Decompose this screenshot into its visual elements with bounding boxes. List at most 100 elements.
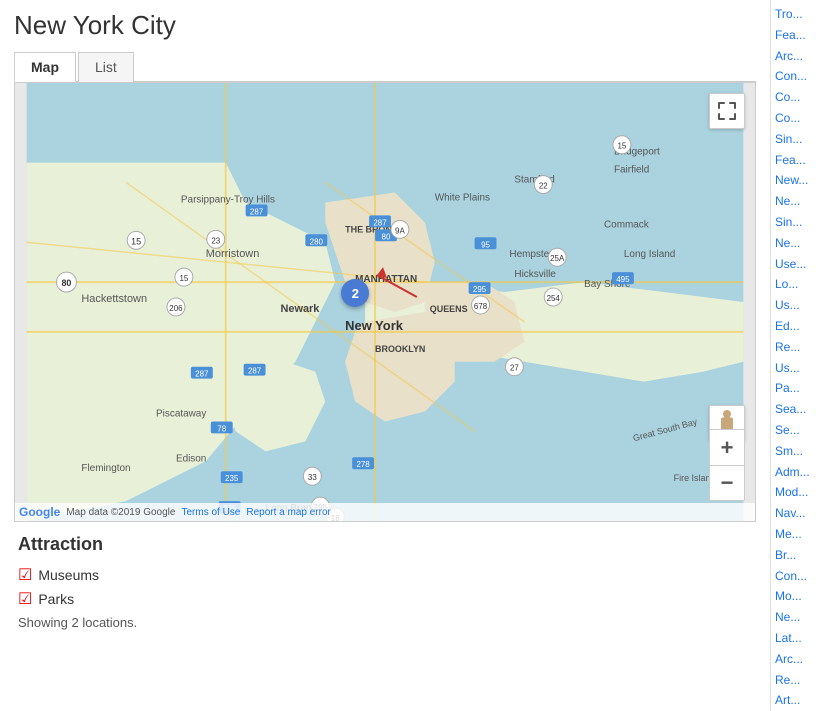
tab-map[interactable]: Map (14, 52, 76, 82)
svg-text:206: 206 (169, 304, 183, 313)
svg-text:White Plains: White Plains (435, 192, 490, 203)
svg-text:15: 15 (179, 274, 188, 283)
zoom-in-button[interactable]: + (709, 429, 745, 465)
svg-text:New York: New York (345, 318, 404, 333)
report-link[interactable]: Report a map error (246, 507, 330, 518)
map-data-text: Map data ©2019 Google (66, 507, 175, 518)
svg-text:Flemington: Flemington (81, 463, 130, 474)
svg-text:22: 22 (539, 182, 548, 191)
sidebar-item-23[interactable]: Mod... (771, 482, 835, 503)
svg-text:Hicksville: Hicksville (514, 269, 556, 280)
svg-text:235: 235 (225, 474, 239, 483)
museums-checkbox[interactable]: ☑ (18, 565, 32, 585)
svg-text:80: 80 (61, 278, 71, 288)
sidebar-item-20[interactable]: Se... (771, 420, 835, 441)
sidebar-item-32[interactable]: Re... (771, 670, 835, 691)
svg-text:Long Island: Long Island (624, 249, 675, 260)
sidebar-item-8[interactable]: New... (771, 170, 835, 191)
sidebar-item-13[interactable]: Lo... (771, 274, 835, 295)
page-title: New York City (14, 10, 756, 41)
svg-text:287: 287 (373, 218, 387, 227)
map-container[interactable]: Morristown Hackettstown THE BRONX MANHAT… (14, 82, 756, 522)
svg-text:Morristown: Morristown (206, 248, 259, 260)
svg-text:Piscataway: Piscataway (156, 408, 206, 419)
sidebar-item-12[interactable]: Use... (771, 254, 835, 275)
svg-text:9A: 9A (395, 226, 405, 235)
tab-list[interactable]: List (78, 52, 134, 82)
svg-text:287: 287 (248, 367, 262, 376)
sidebar-item-5[interactable]: Co... (771, 108, 835, 129)
sidebar-item-19[interactable]: Sea... (771, 399, 835, 420)
svg-text:QUEENS: QUEENS (430, 304, 468, 314)
attraction-section: Attraction ☑ Museums ☑ Parks Showing 2 l… (14, 522, 756, 642)
svg-text:Fairfield: Fairfield (614, 165, 649, 176)
sidebar-item-18[interactable]: Pa... (771, 378, 835, 399)
sidebar-item-14[interactable]: Us... (771, 295, 835, 316)
museums-label: Museums (38, 567, 99, 583)
sidebar-item-16[interactable]: Re... (771, 337, 835, 358)
right-sidebar: Tro...Fea...Arc...Con...Co...Co...Sin...… (770, 0, 835, 711)
sidebar-item-1[interactable]: Fea... (771, 25, 835, 46)
svg-text:80: 80 (382, 232, 391, 241)
sidebar-item-7[interactable]: Fea... (771, 150, 835, 171)
svg-text:254: 254 (547, 294, 561, 303)
attraction-museums[interactable]: ☑ Museums (18, 565, 752, 585)
svg-text:27: 27 (510, 364, 519, 373)
sidebar-item-26[interactable]: Br... (771, 545, 835, 566)
sidebar-item-24[interactable]: Nav... (771, 503, 835, 524)
sidebar-item-30[interactable]: Lat... (771, 628, 835, 649)
sidebar-item-28[interactable]: Mo... (771, 586, 835, 607)
sidebar-item-10[interactable]: Sin... (771, 212, 835, 233)
main-content: New York City Map List (0, 0, 770, 711)
svg-text:280: 280 (310, 237, 324, 246)
zoom-out-button[interactable]: − (709, 465, 745, 501)
svg-text:23: 23 (211, 236, 220, 245)
sidebar-item-33[interactable]: Art... (771, 690, 835, 711)
terms-link[interactable]: Terms of Use (181, 507, 240, 518)
sidebar-item-2[interactable]: Arc... (771, 46, 835, 67)
attraction-title: Attraction (18, 534, 752, 555)
sidebar-item-22[interactable]: Adm... (771, 462, 835, 483)
sidebar-item-9[interactable]: Ne... (771, 191, 835, 212)
sidebar-item-0[interactable]: Tro... (771, 4, 835, 25)
google-logo: Google (19, 505, 60, 519)
svg-text:Newark: Newark (280, 303, 320, 315)
sidebar-item-11[interactable]: Ne... (771, 233, 835, 254)
tab-bar: Map List (14, 51, 756, 82)
svg-text:278: 278 (356, 460, 370, 469)
svg-text:Commack: Commack (604, 219, 649, 230)
sidebar-item-3[interactable]: Con... (771, 66, 835, 87)
attraction-parks[interactable]: ☑ Parks (18, 589, 752, 609)
sidebar-item-4[interactable]: Co... (771, 87, 835, 108)
svg-text:Hackettstown: Hackettstown (81, 293, 147, 305)
svg-text:Parsippany-Troy Hills: Parsippany-Troy Hills (181, 194, 275, 205)
showing-text: Showing 2 locations. (18, 615, 752, 630)
svg-text:Edison: Edison (176, 453, 206, 464)
zoom-controls: + − (709, 429, 745, 501)
svg-text:95: 95 (481, 240, 490, 249)
sidebar-item-31[interactable]: Arc... (771, 649, 835, 670)
svg-text:BROOKLYN: BROOKLYN (375, 344, 425, 354)
sidebar-item-25[interactable]: Me... (771, 524, 835, 545)
parks-label: Parks (38, 591, 74, 607)
map-attribution: Google Map data ©2019 Google Terms of Us… (15, 503, 755, 521)
sidebar-item-27[interactable]: Con... (771, 566, 835, 587)
svg-text:78: 78 (217, 424, 226, 433)
sidebar-item-15[interactable]: Ed... (771, 316, 835, 337)
svg-text:295: 295 (473, 285, 487, 294)
svg-text:33: 33 (308, 473, 317, 482)
map-marker[interactable]: 2 (341, 279, 369, 307)
svg-text:495: 495 (616, 275, 630, 284)
sidebar-item-6[interactable]: Sin... (771, 129, 835, 150)
fullscreen-button[interactable] (709, 93, 745, 129)
svg-text:15: 15 (617, 142, 626, 151)
map-svg: Morristown Hackettstown THE BRONX MANHAT… (15, 83, 755, 521)
map-background: Morristown Hackettstown THE BRONX MANHAT… (15, 83, 755, 521)
sidebar-item-29[interactable]: Ne... (771, 607, 835, 628)
svg-text:287: 287 (195, 370, 209, 379)
sidebar-item-21[interactable]: Sm... (771, 441, 835, 462)
svg-text:678: 678 (474, 302, 488, 311)
svg-text:287: 287 (250, 207, 264, 216)
sidebar-item-17[interactable]: Us... (771, 358, 835, 379)
parks-checkbox[interactable]: ☑ (18, 589, 32, 609)
